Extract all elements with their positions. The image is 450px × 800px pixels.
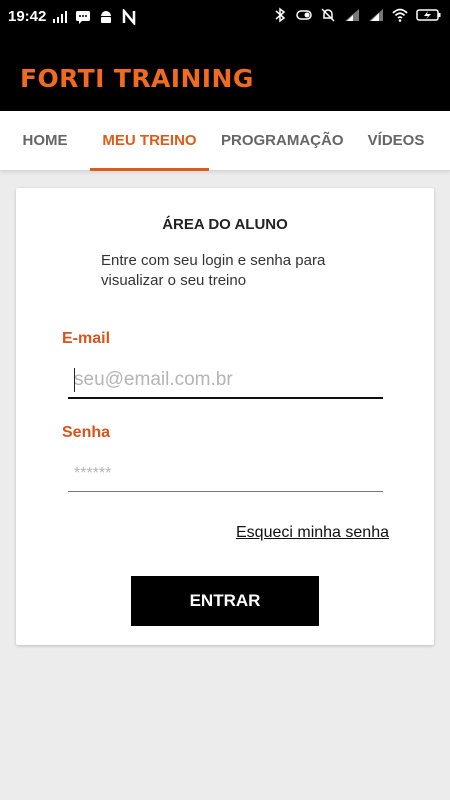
bluetooth-icon	[275, 7, 286, 23]
signal-bars-icon	[53, 11, 67, 23]
active-tab-indicator	[90, 168, 209, 171]
status-left-icons	[52, 9, 137, 25]
status-bar: 19:42	[0, 0, 450, 32]
login-button[interactable]: ENTRAR	[131, 576, 319, 626]
text-cursor	[74, 368, 75, 392]
battery-charging-icon	[416, 9, 441, 21]
password-label: Senha	[62, 424, 111, 441]
email-field-wrapper	[68, 363, 383, 399]
tab-meu-treino[interactable]: MEU TREINO	[90, 111, 209, 171]
toggle-icon	[296, 10, 312, 20]
password-field[interactable]	[68, 456, 383, 491]
chat-icon	[76, 11, 90, 24]
status-right-icons	[272, 7, 442, 23]
status-time: 19:42	[8, 8, 47, 25]
tab-programacao[interactable]: PROGRAMAÇÃO	[221, 111, 344, 171]
app-header: FORTI TRAINING	[0, 32, 450, 111]
signal-icon	[369, 9, 383, 21]
android-icon	[101, 11, 111, 23]
login-title: ÁREA DO ALUNO	[162, 216, 288, 233]
tab-home[interactable]: HOME	[14, 111, 76, 171]
wifi-icon	[392, 8, 408, 22]
brand-logo: FORTI TRAINING	[20, 64, 254, 93]
n-icon	[122, 9, 136, 25]
signal-icon	[345, 9, 359, 21]
email-field[interactable]	[68, 363, 383, 397]
tab-bar: HOME MEU TREINO PROGRAMAÇÃO VÍDEOS	[0, 111, 450, 171]
password-field-wrapper	[68, 456, 383, 492]
email-label: E-mail	[62, 330, 111, 347]
bell-off-icon	[321, 8, 335, 22]
login-card: ÁREA DO ALUNO Entre com seu login e senh…	[16, 188, 434, 645]
forgot-password-link[interactable]: Esqueci minha senha	[236, 524, 389, 542]
login-description: Entre com seu login e senha para visuali…	[101, 252, 326, 289]
tab-videos[interactable]: VÍDEOS	[360, 111, 432, 171]
